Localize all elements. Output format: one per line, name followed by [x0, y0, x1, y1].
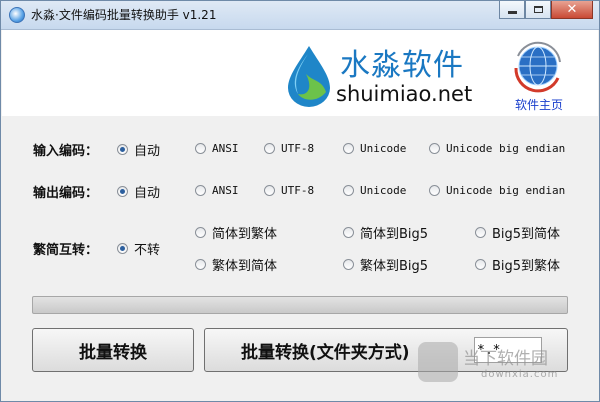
output-encoding-auto-radio[interactable]: 自动 — [117, 182, 160, 201]
watermark-text: 当下软件园 — [463, 349, 548, 369]
input-encoding-label: 输入编码： — [33, 144, 99, 159]
radio-button[interactable] — [117, 243, 128, 254]
watermark-logo — [418, 342, 458, 382]
globe-home-icon[interactable] — [510, 38, 566, 94]
radio-label: ANSI — [212, 142, 239, 155]
conversion-simp-to-big5-radio[interactable]: 简体到Big5 — [343, 223, 428, 242]
conversion-big5-to-trad-radio[interactable]: Big5到繁体 — [475, 255, 560, 274]
radio-label: Unicode — [360, 184, 407, 197]
app-window: 水淼·文件编码批量转换助手 v1.21 ✕ 水淼软件 shuimiao.net … — [0, 0, 600, 402]
window-title: 水淼·文件编码批量转换助手 v1.21 — [31, 8, 217, 22]
title-bar[interactable]: 水淼·文件编码批量转换助手 v1.21 ✕ — [1, 1, 599, 30]
input-encoding-auto-radio[interactable]: 自动 — [117, 140, 160, 159]
radio-button[interactable] — [195, 143, 206, 154]
radio-button[interactable] — [429, 185, 440, 196]
radio-button[interactable] — [343, 259, 354, 270]
close-icon: ✕ — [566, 1, 578, 17]
minimize-icon — [507, 11, 517, 14]
close-button[interactable]: ✕ — [551, 1, 593, 19]
output-encoding-ansi-radio[interactable]: ANSI — [195, 184, 239, 197]
radio-label: 自动 — [134, 186, 161, 201]
app-icon — [9, 7, 25, 23]
radio-label: ANSI — [212, 184, 239, 197]
conversion-progress-bar — [32, 296, 568, 314]
radio-button[interactable] — [343, 143, 354, 154]
radio-label: 不转 — [134, 243, 161, 258]
input-encoding-unicode-radio[interactable]: Unicode — [343, 142, 406, 155]
watermark-url: downxia.com — [481, 369, 559, 380]
conversion-big5-to-simp-radio[interactable]: Big5到简体 — [475, 223, 560, 242]
radio-label: 繁体到简体 — [212, 259, 278, 274]
radio-button[interactable] — [475, 227, 486, 238]
radio-button[interactable] — [117, 186, 128, 197]
radio-label: Unicode big endian — [446, 184, 566, 197]
conversion-trad-to-simp-radio[interactable]: 繁体到简体 — [195, 255, 277, 274]
radio-label: 简体到繁体 — [212, 227, 278, 242]
radio-button[interactable] — [264, 185, 275, 196]
radio-label: Big5到简体 — [492, 227, 561, 242]
output-encoding-label: 输出编码： — [33, 186, 99, 201]
radio-button[interactable] — [429, 143, 440, 154]
brand-url: shuimiao.net — [336, 82, 473, 106]
input-encoding-unicode-big-endian-radio[interactable]: Unicode big endian — [429, 142, 565, 155]
maximize-button[interactable] — [525, 1, 551, 19]
radio-label: UTF-8 — [281, 184, 315, 197]
output-encoding-unicode-radio[interactable]: Unicode — [343, 184, 406, 197]
maximize-icon — [533, 6, 543, 13]
brand-name: 水淼软件 — [340, 48, 464, 83]
conversion-trad-to-big5-radio[interactable]: 繁体到Big5 — [343, 255, 428, 274]
input-encoding-ansi-radio[interactable]: ANSI — [195, 142, 239, 155]
radio-button[interactable] — [475, 259, 486, 270]
output-encoding-unicode-big-endian-radio[interactable]: Unicode big endian — [429, 184, 565, 197]
radio-button[interactable] — [195, 227, 206, 238]
radio-button[interactable] — [264, 143, 275, 154]
radio-label: UTF-8 — [281, 142, 315, 155]
water-drop-logo-icon — [288, 46, 330, 107]
radio-button[interactable] — [343, 185, 354, 196]
radio-label: 简体到Big5 — [360, 227, 429, 242]
input-encoding-utf8-radio[interactable]: UTF-8 — [264, 142, 314, 155]
conversion-label: 繁简互转： — [33, 243, 99, 258]
conversion-none-radio[interactable]: 不转 — [117, 239, 160, 258]
banner: 水淼软件 shuimiao.net 软件主页 — [2, 30, 598, 116]
radio-label: 繁体到Big5 — [360, 259, 429, 274]
radio-button[interactable] — [195, 185, 206, 196]
radio-button[interactable] — [117, 144, 128, 155]
radio-label: Unicode — [360, 142, 407, 155]
window-controls: ✕ — [499, 1, 593, 21]
radio-label: Big5到繁体 — [492, 259, 561, 274]
radio-button[interactable] — [343, 227, 354, 238]
output-encoding-utf8-radio[interactable]: UTF-8 — [264, 184, 314, 197]
home-page-link[interactable]: 软件主页 — [515, 96, 563, 113]
radio-button[interactable] — [195, 259, 206, 270]
radio-label: Unicode big endian — [446, 142, 566, 155]
batch-convert-folder-label: 批量转换(文件夹方式) — [241, 342, 410, 363]
radio-label: 自动 — [134, 144, 161, 159]
conversion-simp-to-trad-radio[interactable]: 简体到繁体 — [195, 223, 277, 242]
batch-convert-button[interactable]: 批量转换 — [32, 328, 194, 372]
minimize-button[interactable] — [499, 1, 525, 19]
